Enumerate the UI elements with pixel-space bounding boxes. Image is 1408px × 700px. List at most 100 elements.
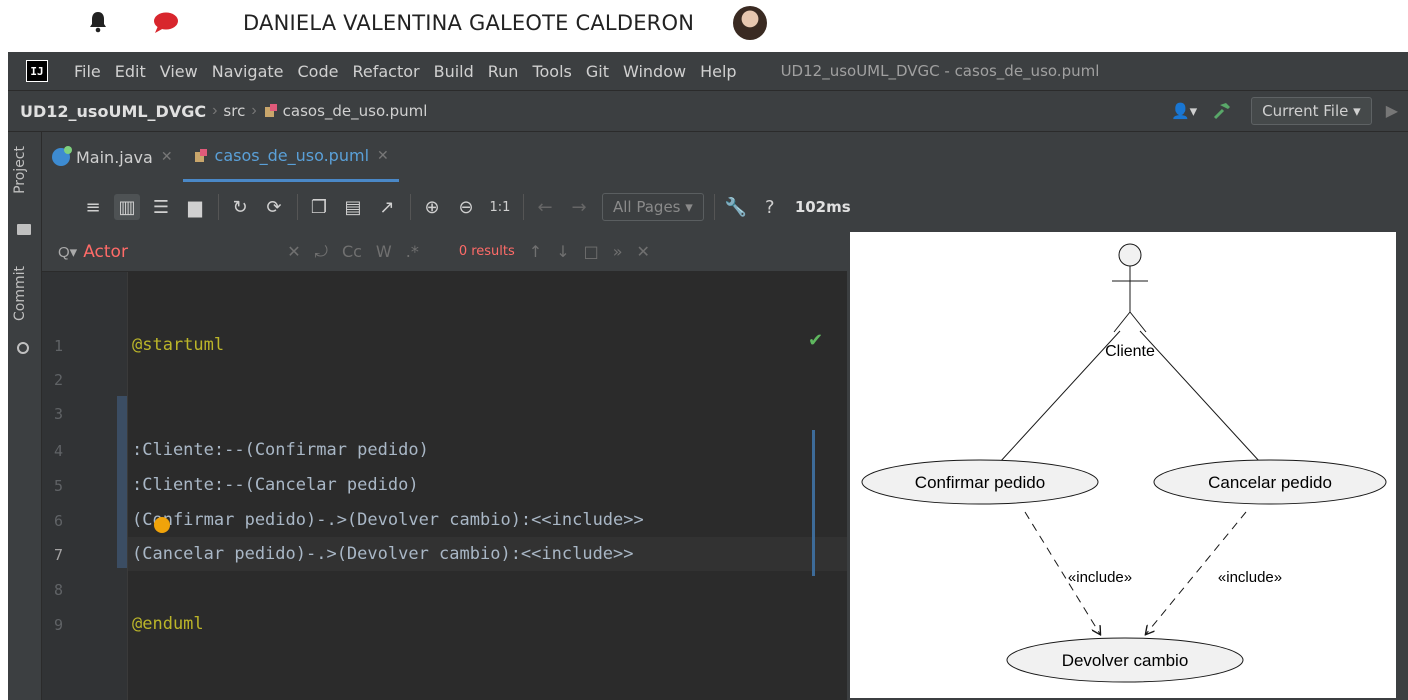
preview-only-icon[interactable]: ▆: [182, 194, 208, 220]
close-icon[interactable]: ✕: [377, 148, 389, 164]
menu-run[interactable]: Run: [488, 62, 519, 81]
folder-icon: [17, 224, 31, 235]
menu-view[interactable]: View: [160, 62, 198, 81]
menu-navigate[interactable]: Navigate: [212, 62, 284, 81]
more-options-icon[interactable]: »: [613, 242, 623, 261]
actor-cliente: [1112, 243, 1148, 333]
search-input[interactable]: [83, 241, 274, 262]
search-icon[interactable]: Q▾: [58, 243, 77, 261]
code-editor[interactable]: 1 2 3 4 5 6 7 8 9 @startuml :Cliente:--(…: [42, 272, 847, 700]
tab-label: Main.java: [76, 147, 153, 167]
navigation-bar: UD12_usoUML_DVGC › src › casos_de_uso.pu…: [8, 90, 1408, 132]
puml-file-icon: [194, 148, 207, 162]
sync-icon[interactable]: ⟳: [261, 194, 287, 220]
words-toggle[interactable]: W: [376, 242, 392, 261]
menu-refactor[interactable]: Refactor: [352, 62, 419, 81]
zoom-in-icon[interactable]: ⊕: [419, 194, 445, 220]
tab-main-java[interactable]: Main.java ✕: [42, 132, 183, 182]
diagram-canvas[interactable]: Cliente Confirmar pedido Cancelar pedido…: [850, 232, 1396, 698]
menu-file[interactable]: File: [74, 62, 101, 81]
editor-only-icon[interactable]: ≡: [80, 194, 106, 220]
chat-icon[interactable]: [152, 11, 180, 35]
no-problems-check-icon[interactable]: ✔: [808, 330, 823, 351]
refresh-icon[interactable]: ↻: [227, 194, 253, 220]
breadcrumb-src[interactable]: src: [223, 102, 245, 120]
menu-tools[interactable]: Tools: [532, 62, 571, 81]
close-search-icon[interactable]: ✕: [637, 242, 650, 261]
next-occurrence-icon[interactable]: ↓: [556, 242, 569, 261]
scroll-marker: [812, 430, 815, 576]
menu-edit[interactable]: Edit: [115, 62, 146, 81]
actual-size-label: 1:1: [489, 199, 511, 215]
code-line[interactable]: :Cliente:--(Cancelar pedido): [132, 475, 419, 495]
menu-bar: IJ File Edit View Navigate Code Refactor…: [8, 52, 1408, 90]
project-tool-tab[interactable]: Project: [12, 146, 28, 194]
line-number: 5: [54, 477, 64, 495]
settings-wrench-icon[interactable]: 🔧: [723, 194, 749, 220]
breadcrumb-separator-icon: ›: [251, 102, 257, 119]
line-number: 2: [54, 371, 64, 389]
actor-label: Cliente: [1105, 343, 1155, 360]
menu-help[interactable]: Help: [700, 62, 736, 81]
intellij-logo-icon: IJ: [26, 60, 48, 82]
actual-size-button[interactable]: 1:1: [487, 194, 513, 220]
bell-icon[interactable]: [86, 10, 110, 34]
divider: [218, 194, 219, 220]
divider: [713, 194, 715, 220]
next-page-icon[interactable]: →: [566, 194, 592, 220]
use-case-label: Confirmar pedido: [915, 473, 1045, 492]
menu-build[interactable]: Build: [434, 62, 474, 81]
line-number: 1: [54, 337, 64, 355]
menu-window[interactable]: Window: [623, 62, 686, 81]
left-tool-strip: Project Commit: [8, 132, 42, 700]
tab-casos-de-uso[interactable]: casos_de_uso.puml ✕: [182, 132, 399, 182]
code-line[interactable]: @enduml: [132, 614, 204, 634]
commit-tool-tab[interactable]: Commit: [12, 266, 28, 321]
previous-page-icon[interactable]: ←: [532, 194, 558, 220]
preview-horizontal-icon[interactable]: ☰: [148, 194, 174, 220]
close-icon[interactable]: ✕: [161, 149, 173, 165]
code-line[interactable]: :Cliente:--(Confirmar pedido): [132, 440, 429, 460]
code-line[interactable]: @startuml: [132, 335, 224, 355]
breadcrumb-separator-icon: ›: [212, 102, 218, 119]
page-select-value: All Pages: [613, 198, 681, 216]
run-icon[interactable]: ▶: [1386, 101, 1398, 121]
editor-tabs: Main.java ✕ casos_de_uso.puml ✕: [42, 132, 1408, 182]
help-button[interactable]: ?: [757, 194, 783, 220]
commit-tool-label: Commit: [12, 266, 28, 321]
user-account-icon[interactable]: 👤▾: [1171, 102, 1197, 120]
avatar[interactable]: [733, 6, 767, 40]
divider: [297, 194, 298, 220]
copy-icon[interactable]: ❐: [306, 194, 332, 220]
build-hammer-icon[interactable]: [1211, 100, 1233, 122]
puml-file-icon: [264, 104, 277, 117]
breadcrumb-project[interactable]: UD12_usoUML_DVGC: [20, 102, 206, 121]
zoom-out-icon[interactable]: ⊖: [453, 194, 479, 220]
select-all-occurrences-icon[interactable]: □: [584, 242, 599, 261]
match-case-toggle[interactable]: Cc: [342, 242, 362, 261]
code-line[interactable]: (Cancelar pedido)-.>(Devolver cambio):<<…: [132, 544, 634, 564]
change-marker: [117, 396, 127, 568]
use-case-label: Devolver cambio: [1062, 651, 1189, 670]
menu-code[interactable]: Code: [298, 62, 339, 81]
code-line[interactable]: (Confirmar pedido)-.>(Devolver cambio):<…: [132, 510, 644, 530]
save-icon[interactable]: ▤: [340, 194, 366, 220]
association-line: [1139, 330, 1261, 463]
include-label: «include»: [1068, 569, 1132, 586]
page-select[interactable]: All Pages ▾: [602, 193, 704, 221]
line-number: 6: [54, 512, 64, 530]
regex-toggle[interactable]: .*: [406, 242, 419, 261]
clear-search-icon[interactable]: ✕: [287, 242, 300, 261]
newline-icon[interactable]: ⤾: [315, 242, 328, 262]
menu-git[interactable]: Git: [586, 62, 609, 81]
run-configuration-select[interactable]: Current File ▾: [1251, 97, 1372, 125]
breadcrumb-file[interactable]: casos_de_uso.puml: [283, 102, 428, 120]
line-number: 9: [54, 616, 64, 634]
previous-occurrence-icon[interactable]: ↑: [529, 242, 542, 261]
split-view-icon[interactable]: ▥: [114, 194, 140, 220]
window-title: UD12_usoUML_DVGC - casos_de_uso.puml: [780, 62, 1100, 80]
find-bar: Q▾ ✕ ⤾ Cc W .* 0 results ↑ ↓ □ » ✕: [42, 232, 847, 272]
line-number: 7: [54, 546, 64, 564]
external-open-icon[interactable]: ↗: [374, 194, 400, 220]
intention-bulb-icon[interactable]: [154, 517, 170, 533]
